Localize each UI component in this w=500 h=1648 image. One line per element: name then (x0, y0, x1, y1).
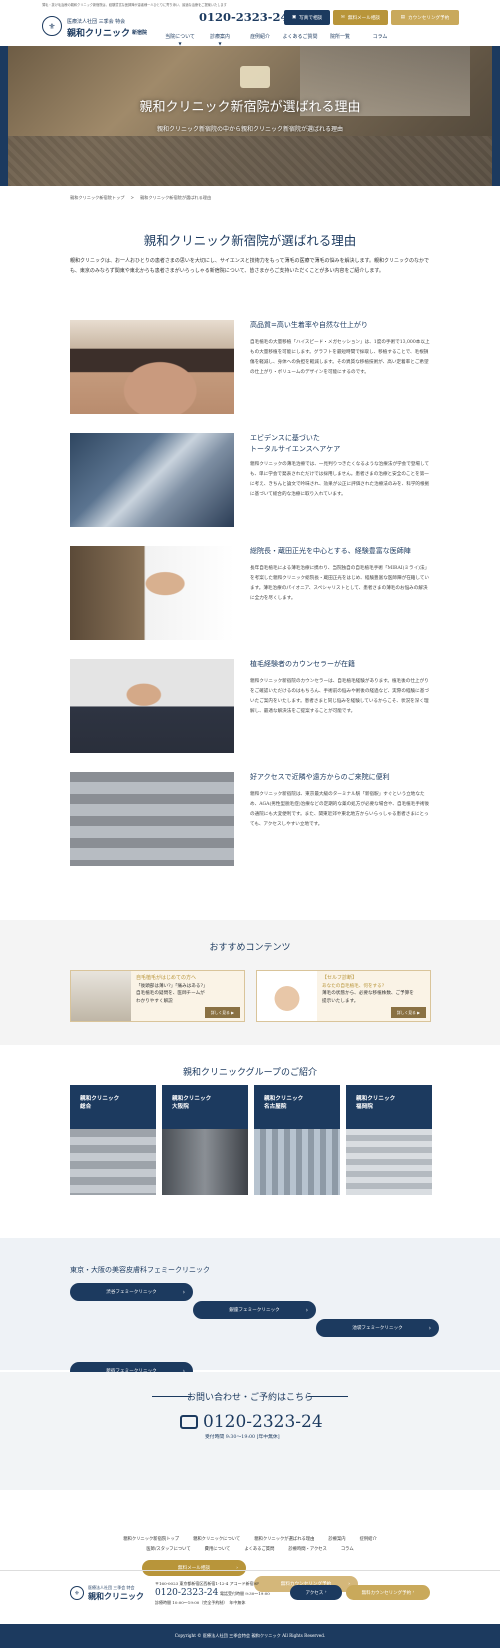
corp-name: 医療法人社団 三季会 特会 (67, 19, 126, 25)
femy-title: 東京・大阪の美容皮膚科フェミークリニック (70, 1266, 210, 1274)
global-nav: 当院について ▼ 診療案内 ▼ 症例紹介 よくあるご質問 院所一覧 コラム (160, 33, 400, 46)
footer-hours: 診療時間 10:00〜19:00（完全予約制） 年中無休 (155, 1600, 246, 1605)
page-title: 親和クリニック新宿院が選ばれる理由 (143, 233, 357, 248)
hero-title: 親和クリニック新宿院が選ばれる理由 (139, 100, 361, 115)
feature-title-counselor: 植毛経験者のカウンセラーが在籍 (250, 660, 355, 668)
footer-link[interactable]: 医師/スタッフについて (146, 1546, 190, 1552)
footer-link[interactable]: 症例紹介 (360, 1536, 377, 1542)
contact-hours: 受付時間 9:30〜19:00 [年中無休] (205, 1435, 280, 1440)
hero-border-right (492, 46, 500, 186)
footer-link[interactable]: よくあるご質問 (244, 1546, 274, 1552)
mail-consult-button[interactable]: ✉ 無料メール相談 (333, 10, 388, 25)
feature-image-evidence (70, 433, 234, 527)
footer-tel-note: 電話受付時間 9:30〜19:00 (220, 1591, 270, 1596)
footer-logo-icon[interactable]: ⚜ (70, 1586, 84, 1600)
hero-border-left (0, 46, 8, 186)
chevron-right-icon: › (182, 1288, 185, 1296)
feature-title-quality: 高品質=高い生着率や自然な仕上がり (250, 321, 368, 329)
detail-button[interactable]: 詳しく見る ▶ (204, 1006, 240, 1018)
recommend-title: おすすめコンテンツ (209, 943, 291, 953)
feature-text-evidence: 親和クリニックの薄毛治療では、一見判りつきたくなるような治療法が学会で登場しても… (250, 462, 430, 497)
calendar-icon: ▤ (400, 15, 405, 20)
feature-text-quality: 自毛植毛の大量移植「ハイスピード・メガセッション」は、1度の手術で13,000本… (250, 340, 430, 375)
breadcrumb-home[interactable]: 親和クリニック新宿院トップ (70, 195, 124, 201)
nav-cases[interactable]: 症例紹介 (240, 33, 280, 46)
feature-text-counselor: 親和クリニック新宿院のカウンセラーは、自毛植毛経験があります。植毛後の仕上がりを… (250, 679, 429, 714)
freedial-icon (180, 1415, 198, 1429)
breadcrumb-separator: > (130, 195, 134, 200)
mail-icon: ✉ (340, 15, 345, 20)
footer-divider (0, 1570, 500, 1571)
nav-faq[interactable]: よくあるご質問 (280, 33, 320, 46)
nav-clinics[interactable]: 院所一覧 (320, 33, 360, 46)
nav-about[interactable]: 当院について ▼ (160, 33, 200, 46)
recommend-card-self-check[interactable]: 【セルフ診断】 あなたの自毛植毛、何をする? 薄毛の状態から、必要な移植株数、ご… (256, 970, 431, 1022)
intro-text: 親和クリニックは、お一人おひとりの患者さまの思いを大切にし、サイエンスと技術力を… (70, 258, 429, 274)
feature-text-access: 親和クリニック新宿院は、東京最大級のターミナル駅「新宿駅」すぐという立地なため、… (250, 792, 430, 827)
chevron-right-icon: › (428, 1324, 431, 1332)
nav-treatment[interactable]: 診療案内 ▼ (200, 33, 240, 46)
counsel-reserve-button[interactable]: ▤ カウンセリング予約 (391, 10, 459, 25)
feature-image-quality (70, 320, 234, 414)
logo-icon[interactable]: ⚜ (42, 16, 62, 36)
femy-link-ginza[interactable]: 銀座フェミークリニック › (193, 1301, 316, 1319)
hero-subtitle: 親和クリニック新宿院の中から親和クリニック新宿院が選ばれる理由 (156, 126, 343, 133)
group-title: 親和クリニックグループのご紹介 (182, 1068, 318, 1078)
footer-link[interactable]: 親和クリニック新宿院トップ (123, 1536, 179, 1542)
footer-address: 〒160-0023 東京都新宿区西新宿1-12-4 アコード新宿9F (155, 1581, 259, 1586)
feature-image-doctor (70, 546, 234, 640)
contact-tel[interactable]: 0120-2323-24 (203, 1412, 323, 1432)
detail-button[interactable]: 詳しく見る ▶ (390, 1006, 426, 1018)
card-tag: 【セルフ診断】 (322, 975, 358, 981)
femy-link-shibuya[interactable]: 渋谷フェミークリニック › (70, 1283, 193, 1301)
photo-consult-button[interactable]: ▣ 写真で相談 (284, 10, 330, 25)
footer-link[interactable]: 親和クリニックについて (193, 1536, 240, 1542)
nav-column[interactable]: コラム (360, 33, 400, 46)
card-tag: 自毛植毛がはじめての方へ (136, 975, 197, 981)
breadcrumb: 親和クリニック新宿院トップ > 親和クリニック新宿院が選ばれる理由 (70, 195, 211, 201)
footer-access-button[interactable]: アクセス › (290, 1585, 342, 1600)
feature-text-doctor: 長年自毛植毛による薄毛治療に携わり、当院独自の自毛植毛手術「MIRAI(ミライ)… (250, 566, 430, 601)
footer-tel[interactable]: 0120-2323-24 (155, 1588, 218, 1598)
doctor-photo (71, 971, 131, 1021)
feature-title-doctor: 総院長・蔵田正光を中心とする、経験豊富な医師陣 (250, 547, 411, 555)
feature-image-counselor (70, 659, 234, 753)
feature-title-evidence: エビデンスに基づいた トータルサイエンスヘアケア (250, 434, 341, 453)
footer-links: 親和クリニック新宿院トップ 親和クリニックについて 親和クリニックが選ばれる理由… (0, 1536, 500, 1552)
camera-icon: ▣ (291, 15, 297, 20)
group-card-nagoya[interactable]: 親和クリニック 名古屋院 (254, 1085, 340, 1195)
group-card-general[interactable]: 親和クリニック 総合 (70, 1085, 156, 1195)
footer-counsel-button[interactable]: 無料カウンセリング予約 › (346, 1585, 430, 1600)
femy-link-ikebukuro[interactable]: 池袋フェミークリニック › (316, 1319, 439, 1337)
branch-name: 新宿院 (132, 30, 148, 36)
feature-title-access: 好アクセスで近隣や遠方からのご来院に便利 (250, 773, 390, 781)
group-card-fukuoka[interactable]: 親和クリニック 福岡院 (346, 1085, 432, 1195)
breadcrumb-current: 親和クリニック新宿院が選ばれる理由 (139, 195, 212, 200)
feature-image-access (70, 772, 234, 866)
head-illustration (257, 971, 317, 1021)
header-note: 薄毛・抜け毛治療の親和クリニック新宿院は、経験豊富な医師陣が患者様一人ひとりに寄… (42, 3, 227, 7)
footer-link[interactable]: 親和クリニックが選ばれる理由 (254, 1536, 314, 1542)
header-tel[interactable]: 0120-2323-24 (199, 10, 289, 24)
hero-image (0, 46, 500, 186)
contact-title: お問い合わせ・ご予約はこちら (186, 1393, 313, 1403)
footer-link[interactable]: コラム (341, 1546, 354, 1552)
group-card-osaka[interactable]: 親和クリニック 大阪院 (162, 1085, 248, 1195)
copyright: Copyright © 医療法人社団 三季会特会 親和クリニック All Rig… (0, 1624, 500, 1648)
recommend-card-beginner[interactable]: 自毛植毛がはじめての方へ 「後頭部は薄い?」「痛みはある?」 自毛植毛の疑問を、… (70, 970, 245, 1022)
chevron-right-icon: › (305, 1306, 308, 1314)
footer-link[interactable]: 診療案内 (328, 1536, 345, 1542)
footer-link[interactable]: 費用について (205, 1546, 231, 1552)
footer-clinic: 親和クリニック (88, 1591, 144, 1601)
clinic-name[interactable]: 親和クリニック (67, 26, 130, 39)
footer-link[interactable]: 診療時間・アクセス (288, 1546, 326, 1552)
contact-mail-button[interactable]: 無料メール相談 › (142, 1560, 246, 1576)
